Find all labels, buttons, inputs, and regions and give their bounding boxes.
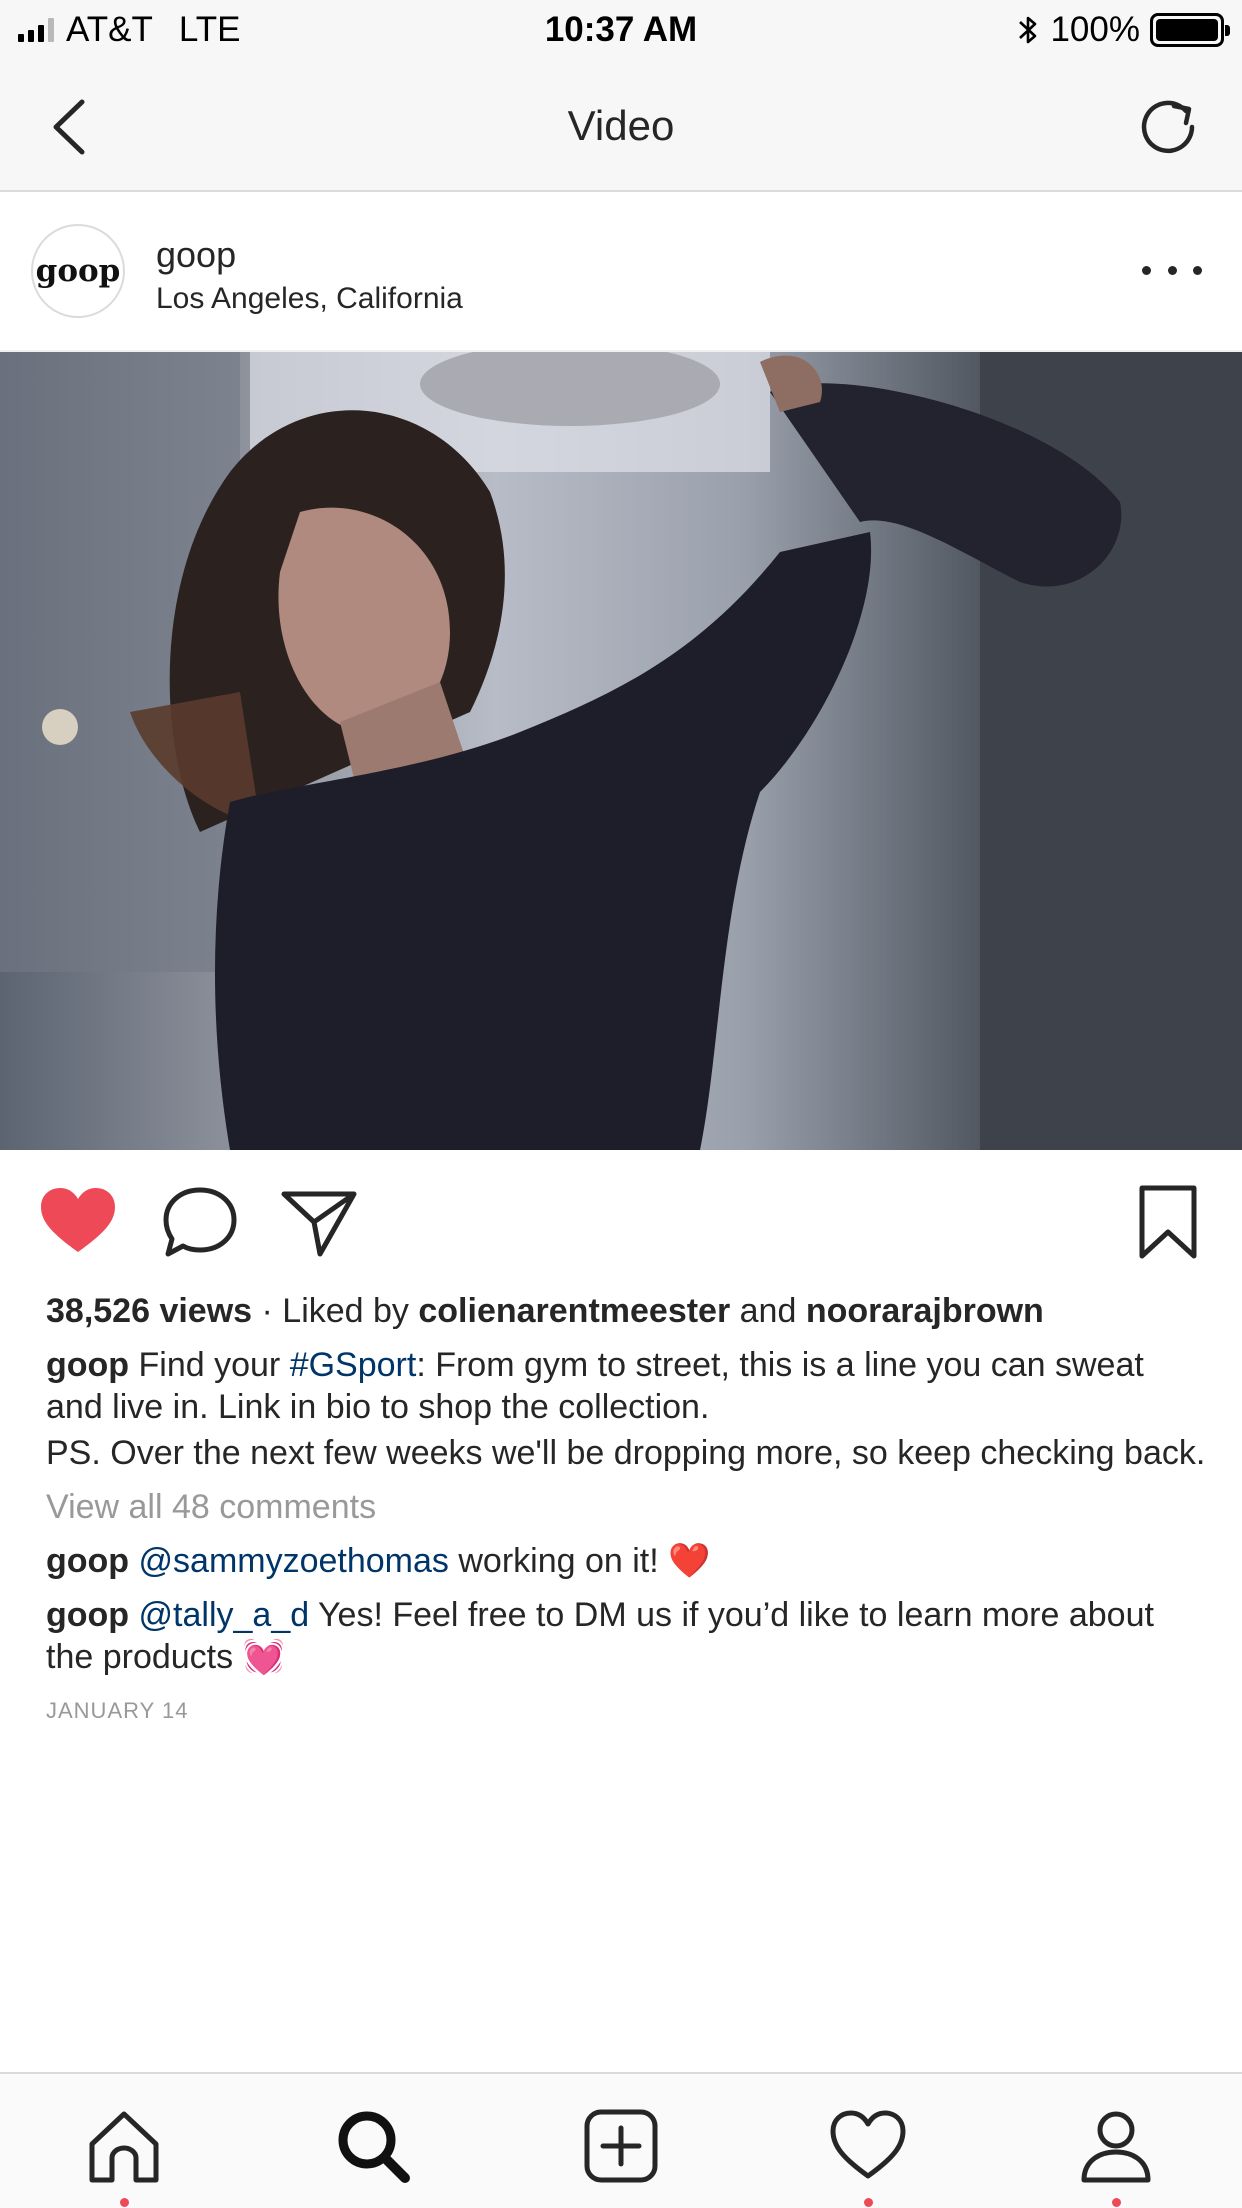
notification-dot [864, 2198, 873, 2207]
liker-username[interactable]: noorarajbrown [806, 1292, 1044, 1330]
navigation-bar: Video [0, 62, 1242, 192]
status-bar: AT&T LTE 10:37 AM 100% [0, 0, 1242, 62]
post-location[interactable]: Los Angeles, California [156, 282, 463, 316]
avatar[interactable]: goop [31, 224, 125, 318]
post-info: 38,526 views · Liked by colienarentmeest… [46, 1290, 1206, 1732]
separator: · [252, 1292, 283, 1330]
tab-bar [0, 2072, 1242, 2208]
comment-text: working on it! ❤️ [448, 1542, 711, 1580]
hashtag-link[interactable]: #GSport [290, 1346, 417, 1384]
notification-dot [120, 2198, 129, 2207]
heart-icon[interactable] [38, 1182, 118, 1262]
video-frame [0, 352, 1242, 1150]
liked-by-label: Liked by [282, 1292, 419, 1330]
add-post-icon[interactable] [581, 2106, 661, 2186]
profile-icon[interactable] [1076, 2106, 1156, 2186]
caption-text: Find your [129, 1346, 290, 1384]
status-right: 100% [1016, 10, 1230, 50]
comment-item: goop @tally_a_d Yes! Feel free to DM us … [46, 1594, 1206, 1678]
comment-icon[interactable] [160, 1182, 240, 1262]
and-label: and [730, 1292, 806, 1330]
video-player[interactable] [0, 352, 1242, 1150]
video-post-screen: AT&T LTE 10:37 AM 100% Video goop goop L… [0, 0, 1242, 2208]
caption-username[interactable]: goop [46, 1346, 129, 1384]
view-count[interactable]: 38,526 views [46, 1292, 252, 1330]
home-icon[interactable] [84, 2106, 164, 2186]
more-options-icon[interactable] [1142, 250, 1202, 290]
battery-icon [1150, 13, 1230, 47]
battery-percent: 100% [1050, 10, 1140, 49]
comment-mention[interactable]: @sammyzoethomas [139, 1542, 449, 1580]
view-all-comments-link[interactable]: View all 48 comments [46, 1486, 1206, 1528]
comment-username[interactable]: goop [46, 1596, 129, 1634]
bookmark-icon[interactable] [1128, 1182, 1208, 1262]
caption: goop Find your #GSport: From gym to stre… [46, 1344, 1206, 1428]
liker-username[interactable]: colienarentmeester [418, 1292, 730, 1330]
activity-heart-icon[interactable] [828, 2106, 908, 2186]
post-actions [0, 1150, 1242, 1300]
post-header: goop goop Los Angeles, California [0, 192, 1242, 352]
search-icon[interactable] [333, 2106, 413, 2186]
post-username[interactable]: goop [156, 234, 236, 276]
post-date: JANUARY 14 [46, 1698, 189, 1723]
caption-ps: PS. Over the next few weeks we'll be dro… [46, 1434, 1206, 1472]
comment-username[interactable]: goop [46, 1542, 129, 1580]
page-title: Video [567, 102, 675, 149]
comment-item: goop @sammyzoethomas working on it! ❤️ [46, 1540, 1206, 1582]
bluetooth-icon [1019, 16, 1037, 44]
notification-dot [1112, 2198, 1121, 2207]
comment-mention[interactable]: @tally_a_d [139, 1596, 310, 1634]
share-icon[interactable] [280, 1182, 360, 1262]
likes-line: 38,526 views · Liked by colienarentmeest… [46, 1290, 1206, 1332]
refresh-icon[interactable] [1134, 92, 1204, 162]
